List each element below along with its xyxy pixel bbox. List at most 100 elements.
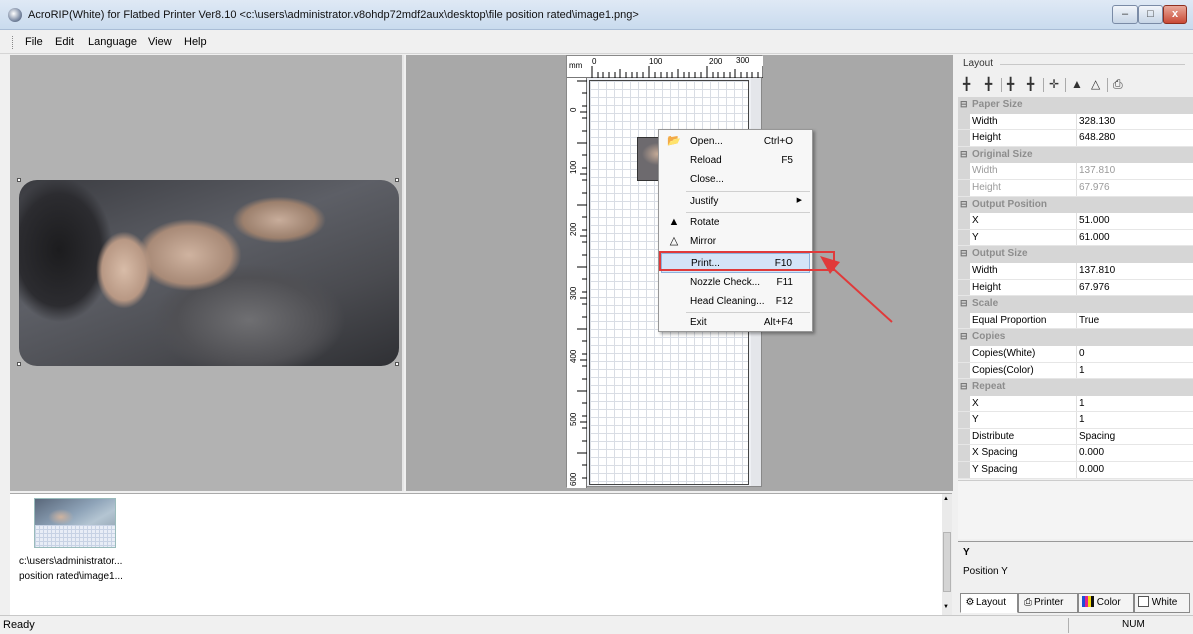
collapse-icon[interactable]: ⊟: [960, 199, 968, 210]
category-paper-size[interactable]: ⊟ Paper Size: [958, 97, 1193, 114]
property-row: Height 67.976: [958, 179, 1193, 197]
menu-item-close[interactable]: Close...: [661, 170, 810, 190]
title-bar: AcroRIP(White) for Flatbed Printer Ver8.…: [0, 0, 1193, 30]
collapse-icon[interactable]: ⊟: [960, 331, 968, 342]
context-menu: 📂 Open... Ctrl+O Reload F5 Close... Just…: [658, 129, 813, 332]
submenu-arrow-icon: ▶: [796, 197, 802, 204]
menu-item-nozzle-check[interactable]: Nozzle Check... F11: [661, 273, 810, 293]
menu-edit[interactable]: Edit: [55, 36, 74, 48]
collapse-icon[interactable]: ⊟: [960, 298, 968, 309]
menu-language[interactable]: Language: [88, 36, 137, 48]
maximize-icon: □: [1147, 8, 1154, 20]
property-grid-empty-area: [958, 480, 1193, 539]
selection-handle[interactable]: [395, 178, 399, 182]
menubar-grip[interactable]: [12, 36, 15, 49]
property-row[interactable]: Height 648.280: [958, 130, 1193, 147]
file-list-pane: c:\users\administrator... position rated…: [10, 493, 952, 616]
property-row[interactable]: Y1: [958, 412, 1193, 429]
vertical-scrollbar[interactable]: ▲ ▼: [942, 494, 952, 616]
mirror-icon: △: [669, 235, 679, 247]
category-original-size[interactable]: ⊟ Original Size: [958, 146, 1193, 164]
minimize-button[interactable]: –: [1112, 5, 1138, 24]
align-bottom-icon[interactable]: ╋: [985, 77, 992, 91]
tab-color[interactable]: Color: [1078, 593, 1134, 613]
window-title: AcroRIP(White) for Flatbed Printer Ver8.…: [28, 9, 639, 21]
menu-help[interactable]: Help: [184, 36, 207, 48]
print-icon[interactable]: ⎙: [1113, 77, 1123, 92]
menu-file[interactable]: File: [25, 36, 43, 48]
scroll-up-icon[interactable]: ▲: [943, 496, 949, 502]
collapse-icon[interactable]: ⊟: [960, 99, 968, 110]
rotate-icon: ▲: [668, 216, 680, 228]
property-row[interactable]: Height 67.976: [958, 279, 1193, 297]
property-row[interactable]: Copies(Color) 1: [958, 362, 1193, 380]
menu-item-exit[interactable]: Exit Alt+F4: [661, 313, 810, 333]
minimize-icon: –: [1121, 8, 1129, 20]
category-output-position[interactable]: ⊟ Output Position: [958, 196, 1193, 214]
property-row[interactable]: Distribute Spacing: [958, 428, 1193, 446]
category-repeat[interactable]: ⊟ Repeat: [958, 379, 1193, 396]
tab-printer[interactable]: ⎙ Printer: [1018, 593, 1078, 613]
menu-item-rotate[interactable]: ▲ Rotate: [661, 213, 810, 233]
scrollbar-thumb[interactable]: [943, 532, 951, 592]
scroll-down-icon[interactable]: ▼: [943, 604, 949, 610]
property-row[interactable]: Y Spacing 0.000: [958, 462, 1193, 479]
ruler-label: 100: [649, 57, 663, 66]
property-row[interactable]: Copies(White) 0: [958, 345, 1193, 363]
left-ruler-ticks: [577, 80, 587, 479]
property-description: Y Position Y: [958, 541, 1193, 589]
ruler-label: 200: [709, 57, 723, 66]
category-copies[interactable]: ⊟ Copies: [958, 329, 1193, 346]
collapse-icon[interactable]: ⊟: [960, 248, 968, 259]
file-caption[interactable]: c:\users\administrator...: [19, 556, 122, 567]
property-row[interactable]: X 51.000: [958, 213, 1193, 230]
collapse-icon[interactable]: ⊟: [960, 149, 968, 160]
ruler-label: 300: [736, 56, 750, 65]
menu-item-reload[interactable]: Reload F5: [661, 151, 810, 171]
category-output-size[interactable]: ⊟ Output Size: [958, 246, 1193, 263]
selection-handle[interactable]: [395, 362, 399, 366]
tab-white[interactable]: White: [1134, 593, 1190, 613]
menu-item-open[interactable]: 📂 Open... Ctrl+O: [661, 132, 810, 152]
align-left-icon[interactable]: ╋: [1007, 77, 1014, 91]
toolbar-separator: [1043, 78, 1044, 92]
folder-icon: 📂: [667, 135, 681, 147]
property-grid: ⊟ Paper Size Width 328.130 Height 648.280 ⊟…: [958, 97, 1193, 479]
app-icon[interactable]: [8, 8, 22, 22]
property-row[interactable]: Y 61.000: [958, 229, 1193, 247]
menu-item-head-cleaning[interactable]: Head Cleaning... F12: [661, 292, 810, 312]
maximize-button[interactable]: □: [1138, 5, 1163, 24]
close-button[interactable]: x: [1163, 5, 1187, 24]
property-row[interactable]: Width 137.810: [958, 262, 1193, 280]
mirror-icon[interactable]: △: [1091, 77, 1100, 91]
menu-item-justify[interactable]: Justify ▶: [661, 192, 810, 212]
printer-icon: ⎙: [1024, 597, 1032, 608]
file-caption[interactable]: position rated\image1...: [19, 571, 123, 582]
align-top-icon[interactable]: ╋: [963, 77, 970, 91]
color-icon: [1082, 596, 1094, 607]
menu-bar: File Edit Language View Help: [0, 30, 1193, 54]
tab-layout[interactable]: ⚙ Layout: [960, 593, 1018, 613]
menu-view[interactable]: View: [148, 36, 172, 48]
center-icon[interactable]: ✛: [1049, 77, 1059, 91]
property-row[interactable]: Equal Proportion True: [958, 312, 1193, 330]
ruler-unit: mm: [569, 61, 583, 70]
selection-handle[interactable]: [17, 178, 21, 182]
property-row[interactable]: X1: [958, 395, 1193, 413]
status-text: Ready: [3, 619, 35, 631]
category-scale[interactable]: ⊟ Scale: [958, 296, 1193, 313]
preview-image[interactable]: [19, 180, 399, 366]
property-row[interactable]: Width 328.130: [958, 113, 1193, 131]
panel-title-rule: [1000, 64, 1185, 65]
rotate-icon[interactable]: ▲: [1071, 77, 1083, 91]
toolbar-separator: [1001, 78, 1002, 92]
ruler-label: 0: [592, 57, 597, 66]
collapse-icon[interactable]: ⊟: [960, 381, 968, 392]
selection-handle[interactable]: [17, 362, 21, 366]
menu-item-mirror[interactable]: △ Mirror: [661, 232, 810, 252]
app-window: AcroRIP(White) for Flatbed Printer Ver8.…: [0, 0, 1193, 634]
status-divider: [1068, 618, 1069, 633]
file-thumbnail[interactable]: [34, 498, 116, 548]
align-right-icon[interactable]: ╋: [1027, 77, 1034, 91]
property-row[interactable]: X Spacing 0.000: [958, 445, 1193, 463]
